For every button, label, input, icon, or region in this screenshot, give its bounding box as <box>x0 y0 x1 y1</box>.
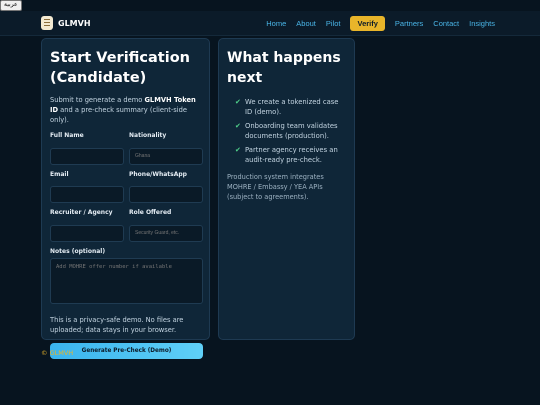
form-intro: Submit to generate a demo GLMVH Token ID… <box>50 96 196 124</box>
language-toggle-button[interactable]: عربية <box>0 0 22 11</box>
phone-input[interactable] <box>129 186 203 203</box>
nav-verify[interactable]: Verify <box>350 16 385 31</box>
nationality-input[interactable] <box>129 147 203 165</box>
brand-name: GLMVH <box>58 18 91 28</box>
nav-contact[interactable]: Contact <box>433 19 459 28</box>
notes-textarea[interactable] <box>50 257 203 304</box>
email-input[interactable] <box>50 186 124 203</box>
nav-about[interactable]: About <box>296 19 316 28</box>
email-label: Email <box>50 170 69 178</box>
nav-pilot[interactable]: Pilot <box>326 19 341 28</box>
privacy-note: This is a privacy-safe demo. No files ar… <box>50 315 184 334</box>
role-input[interactable] <box>129 224 203 242</box>
full-name-input[interactable] <box>50 147 124 165</box>
next-steps-title: What happens next <box>227 50 341 86</box>
role-label: Role Offered <box>129 209 172 216</box>
site-header: GLMVH Home About Pilot Verify Partners C… <box>0 11 540 36</box>
check-icon: ✔ <box>235 146 241 154</box>
list-item: ✔ We create a tokenized case ID (demo). <box>235 98 339 116</box>
phone-label: Phone/WhatsApp <box>129 170 187 178</box>
recruiter-label: Recruiter / Agency <box>50 209 113 216</box>
verification-form-card: Start Verification (Candidate) Submit to… <box>41 38 210 359</box>
production-note: Production system integrates MOHRE / Emb… <box>227 173 324 201</box>
brand[interactable]: GLMVH <box>41 16 91 30</box>
notes-label: Notes (optional) <box>50 247 106 255</box>
scroll-icon <box>41 16 53 30</box>
recruiter-input[interactable] <box>50 224 124 242</box>
check-icon: ✔ <box>235 98 241 106</box>
next-steps-card: What happens next ✔ We create a tokenize… <box>218 38 355 340</box>
form-title: Start Verification (Candidate) <box>50 50 190 86</box>
nav-insights[interactable]: Insights <box>469 19 495 28</box>
nav-partners[interactable]: Partners <box>395 19 423 28</box>
footer-copyright: © GLMVH <box>41 349 74 357</box>
full-name-label: Full Name <box>50 132 84 139</box>
list-item: ✔ Onboarding team validates documents (p… <box>235 122 338 140</box>
form-grid: Full Name Nationality Email Phone/WhatsA… <box>50 132 203 248</box>
check-icon: ✔ <box>235 122 241 130</box>
list-item: ✔ Partner agency receives an audit-ready… <box>235 146 338 164</box>
main-nav: Home About Pilot Verify Partners Contact… <box>256 16 495 31</box>
nav-home[interactable]: Home <box>266 19 286 28</box>
nationality-label: Nationality <box>129 132 167 139</box>
next-steps-list: ✔ We create a tokenized case ID (demo). … <box>227 97 346 165</box>
